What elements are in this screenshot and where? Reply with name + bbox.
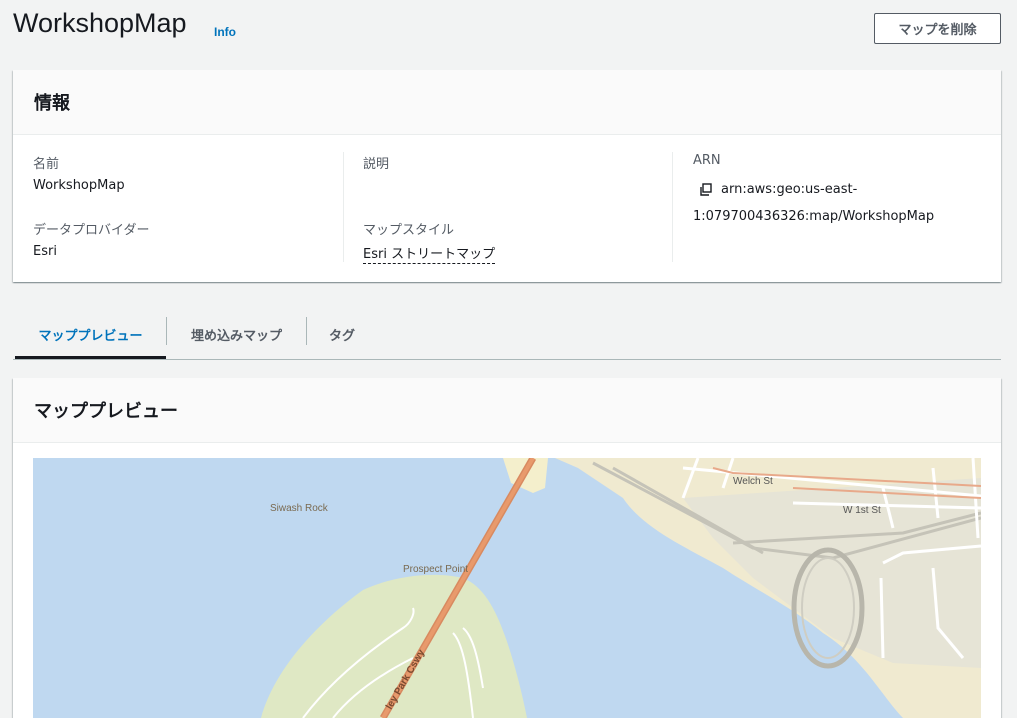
copy-icon[interactable]	[699, 183, 713, 197]
tab-map-preview[interactable]: マッププレビュー	[15, 312, 166, 359]
map-style-label: マップスタイル	[363, 223, 455, 238]
info-card-header: 情報	[13, 70, 1001, 135]
column-divider	[672, 152, 673, 262]
arn-value-line1: arn:aws:geo:us-east-	[721, 182, 858, 197]
info-card: 情報 名前 WorkshopMap データプロバイダー Esri 説明 マップス…	[13, 70, 1001, 282]
name-label: 名前	[33, 157, 60, 172]
info-card-title: 情報	[34, 93, 70, 114]
page-header: WorkshopMap Info マップを削除	[0, 0, 1017, 60]
provider-value: Esri	[33, 244, 57, 259]
map-label-siwash-rock: Siwash Rock	[270, 503, 329, 514]
info-link[interactable]: Info	[214, 25, 236, 39]
column-divider	[343, 152, 344, 262]
map-canvas[interactable]: Siwash Rock Prospect Point Welch St W 1s…	[33, 458, 981, 718]
arn-value-line2: 1:079700436326:map/WorkshopMap	[693, 209, 935, 224]
map-label-w1st-st: W 1st St	[843, 505, 881, 516]
tab-tags[interactable]: タグ	[307, 312, 377, 357]
provider-label: データプロバイダー	[33, 223, 150, 238]
map-style-value[interactable]: Esri ストリートマップ	[363, 243, 496, 264]
description-label: 説明	[363, 157, 390, 172]
arn-label: ARN	[693, 153, 721, 168]
tab-bar: マッププレビュー 埋め込みマップ タグ	[13, 312, 1001, 360]
page-title: WorkshopMap	[13, 8, 187, 38]
tab-embed-map[interactable]: 埋め込みマップ	[167, 312, 306, 357]
map-preview-header: マッププレビュー	[13, 378, 1001, 443]
delete-map-button[interactable]: マップを削除	[874, 13, 1001, 44]
map-preview-card: マッププレビュー Siwash Rock Prospect Point Welc…	[13, 378, 1001, 718]
map-label-welch-st: Welch St	[733, 476, 773, 487]
map-label-prospect-point: Prospect Point	[403, 564, 468, 575]
map-graphic: Siwash Rock Prospect Point Welch St W 1s…	[33, 458, 981, 718]
name-value: WorkshopMap	[33, 178, 125, 193]
map-preview-title: マッププレビュー	[34, 401, 178, 422]
